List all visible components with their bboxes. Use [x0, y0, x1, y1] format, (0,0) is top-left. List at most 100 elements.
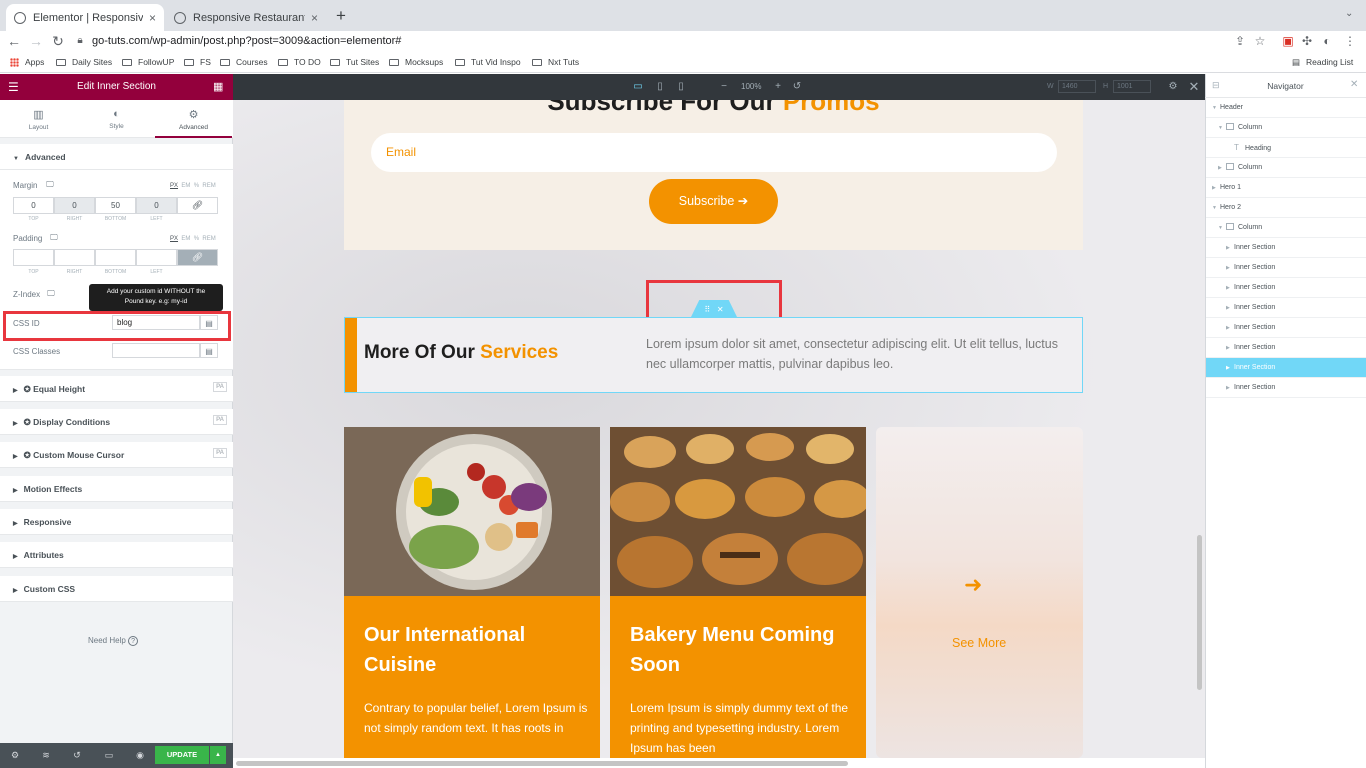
- css-id-input[interactable]: blog: [112, 315, 200, 330]
- mobile-device-icon[interactable]: ▯: [674, 74, 688, 100]
- desktop-device-icon[interactable]: ▭: [630, 74, 646, 100]
- forward-icon[interactable]: →: [27, 31, 45, 51]
- margin-top-input[interactable]: 0: [13, 197, 54, 214]
- horizontal-scrollbar[interactable]: [236, 761, 848, 766]
- nav-item-hero-2[interactable]: ▼ Hero 2: [1206, 198, 1366, 218]
- desktop-icon[interactable]: 🖵︎: [46, 180, 54, 190]
- nav-item-column[interactable]: ▶ Column: [1206, 158, 1366, 178]
- extension-lastpass-icon[interactable]: ▣: [1280, 33, 1296, 49]
- drag-handle-icon[interactable]: ⠿: [704, 305, 710, 314]
- reload-icon[interactable]: ↻: [49, 31, 67, 51]
- tab-style[interactable]: ◐ Style: [78, 100, 155, 138]
- subscribe-section[interactable]: [344, 100, 1083, 250]
- nav-item-header[interactable]: ▼ Header: [1206, 98, 1366, 118]
- section-responsive[interactable]: ▶ Responsive: [0, 509, 233, 535]
- nav-item-inner-section[interactable]: ▶ Inner Section: [1206, 338, 1366, 358]
- desktop-icon[interactable]: 🖵︎: [50, 233, 58, 243]
- nav-item-inner-section[interactable]: ▶ Inner Section: [1206, 258, 1366, 278]
- margin-bottom-input[interactable]: 50: [95, 197, 136, 214]
- update-button[interactable]: UPDATE: [155, 746, 209, 764]
- unit-px[interactable]: PX: [170, 236, 178, 242]
- vertical-scrollbar[interactable]: [1197, 535, 1202, 690]
- services-heading[interactable]: More Of Our Services: [364, 342, 558, 364]
- unit-em[interactable]: EM: [181, 183, 190, 189]
- nav-item-column[interactable]: ▼ Column: [1206, 218, 1366, 238]
- delete-section-icon[interactable]: ✕: [717, 305, 724, 314]
- address-bar[interactable]: go-tuts.com/wp-admin/post.php?post=3009&…: [92, 31, 401, 51]
- bookmark-folder[interactable]: Tut Sites: [330, 53, 379, 72]
- bookmark-folder[interactable]: Daily Sites: [56, 53, 112, 72]
- browser-tab-landing[interactable]: Responsive Restaurant Landin ×: [166, 4, 326, 31]
- close-icon[interactable]: ✕: [1350, 79, 1358, 90]
- unit-percent[interactable]: %: [194, 236, 199, 242]
- nav-item-inner-section[interactable]: ▶ Inner Section: [1206, 238, 1366, 258]
- dynamic-tags-icon[interactable]: ▤: [200, 315, 218, 330]
- close-tab-icon[interactable]: ×: [311, 11, 318, 25]
- nav-item-inner-section[interactable]: ▶ Inner Section: [1206, 278, 1366, 298]
- tab-layout[interactable]: ▥ Layout: [0, 100, 77, 138]
- navigator-layers-icon[interactable]: ≋: [38, 743, 54, 768]
- nav-item-heading[interactable]: T Heading: [1206, 138, 1366, 158]
- tablet-device-icon[interactable]: ▯: [652, 74, 668, 100]
- reset-zoom-icon[interactable]: ↺: [790, 74, 804, 100]
- unit-rem[interactable]: REM: [202, 236, 215, 242]
- bookmark-folder[interactable]: FS: [184, 53, 211, 72]
- padding-units[interactable]: PX EM % REM: [170, 236, 216, 242]
- section-advanced[interactable]: ▼ Advanced: [0, 144, 233, 170]
- editor-canvas[interactable]: Subscribe For Our Promos Email Subscribe…: [233, 100, 1205, 758]
- section-custom-mouse-cursor[interactable]: ▶ ✪ Custom Mouse Cursor PA: [0, 442, 233, 468]
- bakery-card[interactable]: Bakery Menu Coming Soon Lorem Ipsum is s…: [610, 596, 866, 758]
- tab-advanced[interactable]: ⚙ Advanced: [155, 100, 232, 138]
- nav-item-column[interactable]: ▼ Column: [1206, 118, 1366, 138]
- bakery-image[interactable]: [610, 427, 866, 596]
- history-icon[interactable]: ↺: [69, 743, 85, 768]
- subscribe-heading[interactable]: Subscribe For Our Promos: [344, 100, 1083, 117]
- height-input[interactable]: 1001: [1113, 80, 1151, 93]
- section-attributes[interactable]: ▶ Attributes: [0, 542, 233, 568]
- unit-rem[interactable]: REM: [202, 183, 215, 189]
- unit-percent[interactable]: %: [194, 183, 199, 189]
- browser-tab-elementor[interactable]: Elementor | Responsive Restau ×: [6, 4, 164, 31]
- subscribe-button[interactable]: Subscribe ➔: [649, 179, 778, 224]
- reading-list[interactable]: ▤ Reading List: [1292, 53, 1353, 72]
- margin-units[interactable]: PX EM % REM: [170, 183, 216, 189]
- star-icon[interactable]: ☆: [1252, 33, 1268, 49]
- bookmark-folder[interactable]: TO DO: [278, 53, 321, 72]
- margin-right-input[interactable]: 0: [54, 197, 95, 214]
- unit-px[interactable]: PX: [170, 183, 178, 189]
- nav-item-hero-1[interactable]: ▶ Hero 1: [1206, 178, 1366, 198]
- arrow-right-icon[interactable]: ➜: [964, 572, 982, 598]
- dynamic-tags-icon[interactable]: ▤: [200, 343, 218, 358]
- css-classes-input[interactable]: [112, 343, 200, 358]
- padding-right-input[interactable]: [54, 249, 95, 266]
- need-help-link[interactable]: Need Help ?: [88, 636, 139, 646]
- zoom-in-icon[interactable]: +: [771, 74, 785, 100]
- lock-icon[interactable]: 🔒︎: [71, 31, 89, 51]
- share-icon[interactable]: ⇪: [1232, 33, 1248, 49]
- services-description[interactable]: Lorem ipsum dolor sit amet, consectetur …: [646, 335, 1076, 374]
- desktop-icon[interactable]: 🖵︎: [47, 289, 55, 299]
- bookmark-apps[interactable]: Apps: [10, 53, 44, 72]
- hamburger-menu-icon[interactable]: ☰: [8, 74, 19, 100]
- padding-bottom-input[interactable]: [95, 249, 136, 266]
- profile-icon[interactable]: ◐: [1319, 33, 1335, 49]
- bookmark-folder[interactable]: Tut Vid Inspo: [455, 53, 521, 72]
- link-values-icon[interactable]: 🔗︎: [177, 249, 218, 266]
- nav-item-inner-section[interactable]: ▶ Inner Section: [1206, 378, 1366, 398]
- close-tab-icon[interactable]: ×: [149, 11, 156, 25]
- nav-item-inner-section[interactable]: ▶ Inner Section: [1206, 298, 1366, 318]
- width-input[interactable]: 1460: [1058, 80, 1096, 93]
- cuisine-card[interactable]: Our International Cuisine Contrary to po…: [344, 596, 600, 758]
- bookmark-folder[interactable]: Courses: [220, 53, 268, 72]
- section-motion-effects[interactable]: ▶ Motion Effects: [0, 476, 233, 502]
- section-display-conditions[interactable]: ▶ ✪ Display Conditions PA: [0, 409, 233, 435]
- cuisine-image[interactable]: [344, 427, 600, 596]
- unit-em[interactable]: EM: [181, 236, 190, 242]
- link-values-icon[interactable]: 🔗︎: [177, 197, 218, 214]
- tab-search-icon[interactable]: ⌄: [1345, 8, 1353, 19]
- new-tab-button[interactable]: +: [332, 6, 350, 26]
- responsive-mode-icon[interactable]: ▭: [101, 743, 117, 768]
- padding-top-input[interactable]: [13, 249, 54, 266]
- extensions-icon[interactable]: ✣: [1299, 33, 1315, 49]
- preview-eye-icon[interactable]: ◉: [132, 743, 148, 768]
